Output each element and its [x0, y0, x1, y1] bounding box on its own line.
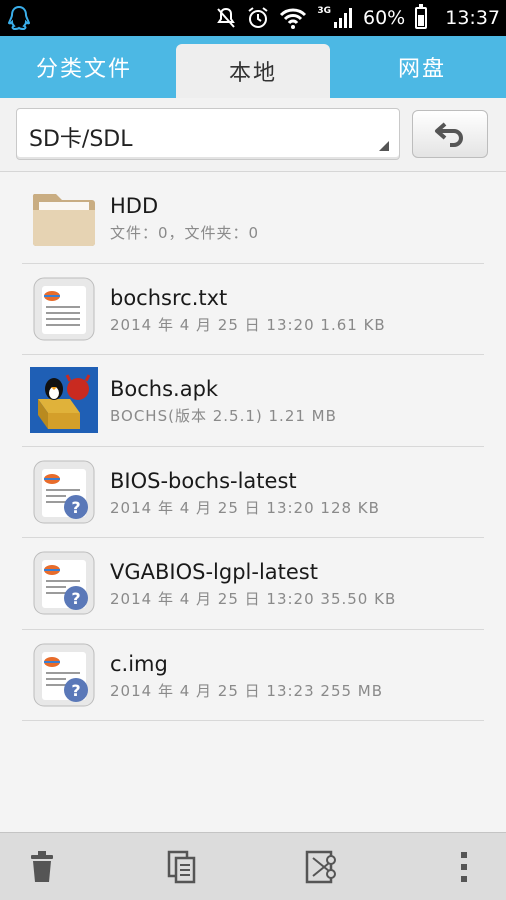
path-dropdown[interactable]: SD卡/SDL [16, 108, 400, 160]
list-item[interactable]: ? VGABIOS-lgpl-latest 2014 年 4 月 25 日 13… [0, 538, 506, 630]
copy-icon [167, 850, 196, 884]
list-item[interactable]: ? c.img 2014 年 4 月 25 日 13:23 255 MB [0, 630, 506, 721]
bottom-action-bar [0, 832, 506, 900]
copy-button[interactable] [162, 847, 202, 887]
trash-icon [31, 851, 53, 882]
back-button[interactable] [412, 110, 488, 158]
file-name: BIOS-bochs-latest [110, 468, 297, 493]
back-arrow-icon [435, 122, 463, 147]
signal-icon [334, 8, 352, 28]
unknown-file-icon: ? [33, 460, 95, 523]
qq-icon [8, 6, 30, 30]
list-item[interactable]: bochsrc.txt 2014 年 4 月 25 日 13:20 1.61 K… [0, 264, 506, 355]
battery-icon [415, 4, 428, 29]
network-type-label: 3G [317, 6, 331, 16]
tab-cloud[interactable]: 网盘 [338, 36, 506, 98]
file-name: c.img [110, 651, 168, 676]
file-list: HDD 文件：0，文件夹：0 bochsrc.txt 2014 年 4 月 25… [0, 172, 506, 721]
svg-text:?: ? [71, 589, 80, 608]
wifi-icon [280, 8, 307, 29]
clock: 13:37 [445, 7, 500, 29]
unknown-file-icon: ? [33, 643, 95, 706]
tab-local[interactable]: 本地 [176, 44, 330, 98]
path-bar: SD卡/SDL [0, 98, 506, 172]
file-meta: 2014 年 4 月 25 日 13:20 1.61 KB [110, 315, 386, 334]
alarm-icon [248, 7, 268, 28]
unknown-file-icon: ? [33, 551, 95, 615]
text-file-icon [33, 277, 95, 340]
tab-bar: 分类文件 本地 网盘 [0, 36, 506, 98]
list-item[interactable]: Bochs.apk BOCHS(版本 2.5.1) 1.21 MB [0, 355, 506, 447]
svg-text:?: ? [71, 498, 80, 517]
file-name: VGABIOS-lgpl-latest [110, 560, 318, 584]
list-item[interactable]: HDD 文件：0，文件夹：0 [0, 172, 506, 264]
file-name: Bochs.apk [110, 377, 219, 401]
bochs-app-icon [30, 367, 98, 433]
file-name: HDD [110, 194, 159, 218]
status-bar: 3G 60% 13:37 [0, 0, 506, 36]
divider [22, 720, 484, 721]
file-meta: BOCHS(版本 2.5.1) 1.21 MB [110, 407, 337, 425]
path-label: SD卡/SDL [29, 127, 133, 152]
file-meta: 2014 年 4 月 25 日 13:20 35.50 KB [110, 590, 397, 608]
delete-button[interactable] [22, 847, 62, 887]
cut-icon [305, 850, 336, 884]
more-button[interactable] [444, 847, 484, 887]
more-icon [461, 852, 467, 882]
dropdown-arrow-icon [379, 141, 389, 151]
file-meta: 2014 年 4 月 25 日 13:20 128 KB [110, 498, 380, 517]
file-meta: 2014 年 4 月 25 日 13:23 255 MB [110, 681, 384, 700]
svg-text:?: ? [71, 681, 80, 700]
mute-icon [217, 7, 236, 28]
file-name: bochsrc.txt [110, 285, 228, 310]
list-item[interactable]: ? BIOS-bochs-latest 2014 年 4 月 25 日 13:2… [0, 447, 506, 538]
file-meta: 文件：0，文件夹：0 [110, 224, 260, 242]
tab-categories[interactable]: 分类文件 [0, 36, 168, 98]
cut-button[interactable] [302, 847, 342, 887]
folder-icon [32, 194, 95, 246]
battery-percent: 60% [363, 7, 406, 29]
